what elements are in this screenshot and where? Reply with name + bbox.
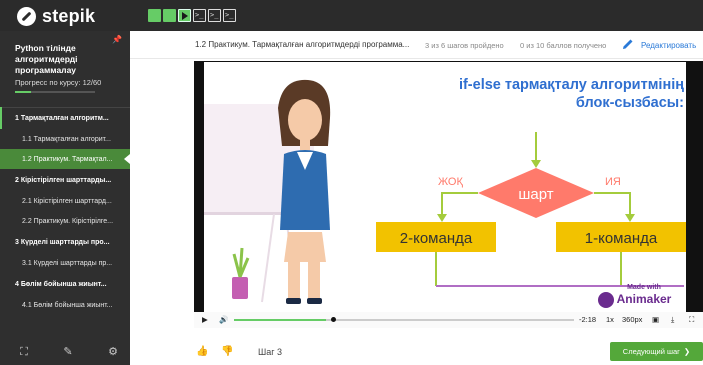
time-remaining: -2:18: [579, 315, 597, 324]
step-label: Шаг 3: [258, 347, 283, 357]
step-navigation: [148, 9, 236, 22]
condition-label: шарт: [518, 186, 553, 203]
thumbs-up-icon[interactable]: 👍: [196, 346, 208, 357]
thumbs-down-icon[interactable]: 👎: [221, 346, 233, 357]
no-label: ЖОҚ: [438, 176, 463, 188]
sidebar-lesson-4-1[interactable]: 4.1 Бөлім бойынша жиынт...: [0, 295, 130, 315]
play-icon[interactable]: ▶: [202, 315, 208, 324]
pencil-icon[interactable]: [622, 38, 634, 50]
sidebar-footer: ⛶ ✎ ⚙: [0, 339, 130, 365]
video-player[interactable]: if-else тармақталу алгоритмінің блок-сыз…: [194, 61, 703, 328]
top-bar: stepik: [0, 0, 703, 31]
lesson-breadcrumb[interactable]: 1.2 Практикум. Тармақталған алгоритмдерд…: [195, 40, 409, 49]
lesson-header: 1.2 Практикум. Тармақталған алгоритмдерд…: [130, 31, 703, 59]
sidebar-module-2[interactable]: 2 Кірістірілген шарттарды...: [0, 169, 130, 191]
slide-title-line1: if-else тармақталу алгоритмінің: [459, 77, 684, 93]
course-progress-fill: [15, 91, 31, 93]
command-1-box: 1-команда: [585, 230, 658, 247]
seek-progress: [234, 319, 326, 321]
seek-handle[interactable]: [331, 317, 336, 322]
sidebar-lesson-2-2[interactable]: 2.2 Практикум. Кірістірілге...: [0, 211, 130, 231]
step-5[interactable]: [208, 9, 221, 22]
course-progress-label: Прогресс по курсу: 12/60: [15, 78, 102, 87]
chevron-right-icon: ❯: [683, 347, 691, 356]
sidebar-lesson-2-1[interactable]: 2.1 Кірістірілген шарттард...: [0, 191, 130, 211]
download-icon[interactable]: ⤓: [671, 315, 674, 325]
next-step-label: Следующий шаг: [622, 347, 680, 356]
volume-icon[interactable]: 🔊: [219, 315, 228, 324]
command-2-box: 2-команда: [400, 230, 473, 247]
pip-icon[interactable]: ▣: [652, 315, 659, 324]
video-controls: ▶ 🔊 -2:18 1x 360px ▣ ⤓ ⛶: [194, 312, 703, 328]
step-footer: 👍 👎 Шаг 3 Следующий шаг ❯: [130, 338, 703, 365]
brand-name: stepik: [42, 6, 96, 26]
course-sidebar: 📌 Python тілінде алгоритмдерді программа…: [0, 31, 130, 365]
stepik-logo-icon: [17, 7, 36, 26]
yes-label: ИЯ: [605, 176, 621, 188]
seek-bar[interactable]: [234, 319, 574, 321]
sidebar-module-4[interactable]: 4 Бөлім бойынша жиынт...: [0, 273, 130, 295]
step-3-current[interactable]: [178, 9, 191, 22]
step-2[interactable]: [163, 9, 176, 22]
edit-link[interactable]: Редактировать: [641, 41, 696, 50]
step-1[interactable]: [148, 9, 161, 22]
sidebar-lesson-1-2-current[interactable]: 1.2 Практикум. Тармақтал...: [0, 149, 130, 169]
points-status: 0 из 10 баллов получено: [520, 41, 607, 50]
lesson-nav: 1 Тармақталған алгоритм... 1.1 Тармақтал…: [0, 107, 130, 315]
quality-button[interactable]: 360px: [622, 315, 642, 324]
sidebar-module-1[interactable]: 1 Тармақталған алгоритм...: [0, 107, 130, 129]
fullscreen-icon[interactable]: ⛶: [689, 315, 694, 325]
expand-icon[interactable]: ⛶: [18, 346, 30, 358]
badge-top: Made with: [627, 284, 661, 291]
speed-button[interactable]: 1x: [606, 315, 614, 324]
stepik-logo[interactable]: stepik: [17, 6, 95, 27]
step-4[interactable]: [193, 9, 206, 22]
steps-passed: 3 из 6 шагов пройдено: [425, 41, 504, 50]
step-6[interactable]: [223, 9, 236, 22]
course-title[interactable]: Python тілінде алгоритмдерді программала…: [15, 43, 115, 76]
badge-bottom: Animaker: [617, 292, 672, 306]
course-progress-bar: [15, 91, 95, 93]
sidebar-lesson-3-1[interactable]: 3.1 Күрделі шарттарды пр...: [0, 253, 130, 273]
video-slide: if-else тармақталу алгоритмінің блок-сыз…: [204, 62, 686, 312]
gear-icon[interactable]: ⚙: [107, 346, 119, 358]
slide-title-line2: блок-сызбасы:: [576, 95, 684, 111]
sidebar-lesson-1-1[interactable]: 1.1 Тармақталған алгорит...: [0, 129, 130, 149]
sidebar-module-3[interactable]: 3 Күрделі шарттарды про...: [0, 231, 130, 253]
next-step-button[interactable]: Следующий шаг ❯: [610, 342, 703, 361]
pencil-icon[interactable]: ✎: [62, 346, 74, 358]
